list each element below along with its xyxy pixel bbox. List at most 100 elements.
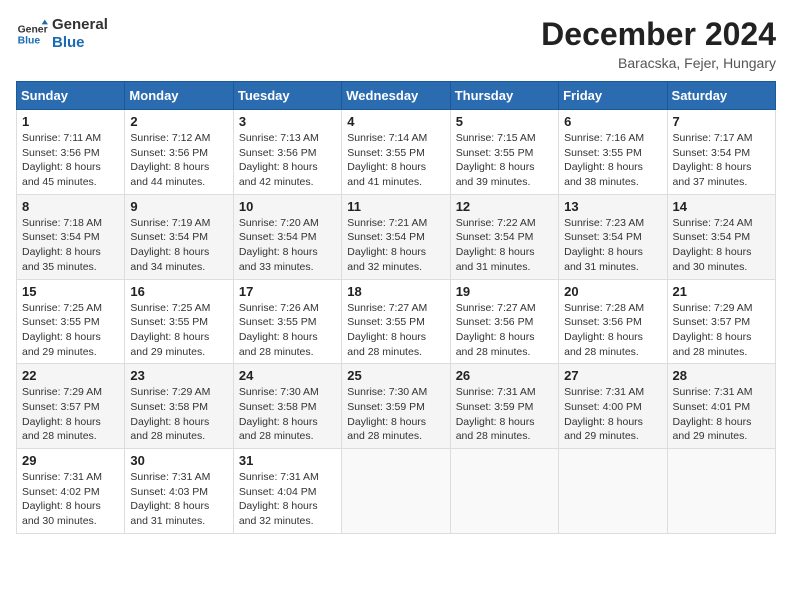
day-number: 27 — [564, 368, 661, 383]
day-info: Sunrise: 7:25 AMSunset: 3:55 PMDaylight:… — [130, 301, 227, 360]
logo: General Blue General Blue — [16, 16, 108, 52]
day-info: Sunrise: 7:21 AMSunset: 3:54 PMDaylight:… — [347, 216, 444, 275]
calendar-cell: 27 Sunrise: 7:31 AMSunset: 4:00 PMDayligh… — [559, 364, 667, 449]
calendar-week-5: 29Sunrise: 7:31 AMSunset: 4:02 PMDayligh… — [17, 449, 776, 534]
day-info: Sunrise: 7:29 AMSunset: 3:58 PMDaylight:… — [130, 385, 227, 444]
calendar-cell: 4 Sunrise: 7:14 AMSunset: 3:55 PMDaylight… — [342, 110, 450, 195]
day-number: 26 — [456, 368, 553, 383]
day-info: Sunrise: 7:16 AMSunset: 3:55 PMDaylight:… — [564, 131, 661, 190]
col-header-sunday: Sunday — [17, 82, 125, 110]
day-number: 30 — [130, 453, 227, 468]
calendar-cell: 14Sunrise: 7:24 AMSunset: 3:54 PMDayligh… — [667, 194, 775, 279]
calendar-cell: 6 Sunrise: 7:16 AMSunset: 3:55 PMDaylight… — [559, 110, 667, 195]
day-number: 1 — [22, 114, 119, 129]
location-subtitle: Baracska, Fejer, Hungary — [541, 55, 776, 71]
col-header-thursday: Thursday — [450, 82, 558, 110]
calendar-cell: 19Sunrise: 7:27 AMSunset: 3:56 PMDayligh… — [450, 279, 558, 364]
calendar-week-3: 15 Sunrise: 7:25 AMSunset: 3:55 PMDayligh… — [17, 279, 776, 364]
day-info: Sunrise: 7:31 AMSunset: 4:03 PMDaylight:… — [130, 470, 227, 529]
day-number: 25 — [347, 368, 444, 383]
calendar-cell: 30 Sunrise: 7:31 AMSunset: 4:03 PMDayligh… — [125, 449, 233, 534]
calendar-cell: 5 Sunrise: 7:15 AMSunset: 3:55 PMDaylight… — [450, 110, 558, 195]
day-info: Sunrise: 7:31 AMSunset: 4:00 PMDaylight:… — [564, 385, 661, 444]
calendar-cell: 11 Sunrise: 7:21 AMSunset: 3:54 PMDayligh… — [342, 194, 450, 279]
day-info: Sunrise: 7:29 AMSunset: 3:57 PMDaylight:… — [673, 301, 770, 360]
day-info: Sunrise: 7:22 AMSunset: 3:54 PMDaylight:… — [456, 216, 553, 275]
day-info: Sunrise: 7:20 AMSunset: 3:54 PMDaylight:… — [239, 216, 336, 275]
day-number: 17 — [239, 284, 336, 299]
day-number: 23 — [130, 368, 227, 383]
day-info: Sunrise: 7:12 AMSunset: 3:56 PMDaylight:… — [130, 131, 227, 190]
day-info: Sunrise: 7:15 AMSunset: 3:55 PMDaylight:… — [456, 131, 553, 190]
calendar-cell — [450, 449, 558, 534]
calendar-cell: 20Sunrise: 7:28 AMSunset: 3:56 PMDayligh… — [559, 279, 667, 364]
day-number: 2 — [130, 114, 227, 129]
day-info: Sunrise: 7:19 AMSunset: 3:54 PMDaylight:… — [130, 216, 227, 275]
day-info: Sunrise: 7:11 AMSunset: 3:56 PMDaylight:… — [22, 131, 119, 190]
title-block: December 2024 Baracska, Fejer, Hungary — [541, 16, 776, 71]
day-info: Sunrise: 7:29 AMSunset: 3:57 PMDaylight:… — [22, 385, 119, 444]
svg-text:Blue: Blue — [18, 36, 41, 47]
calendar-cell: 3 Sunrise: 7:13 AMSunset: 3:56 PMDaylight… — [233, 110, 341, 195]
calendar-cell: 16Sunrise: 7:25 AMSunset: 3:55 PMDayligh… — [125, 279, 233, 364]
calendar-week-1: 1 Sunrise: 7:11 AMSunset: 3:56 PMDaylight… — [17, 110, 776, 195]
day-number: 5 — [456, 114, 553, 129]
day-info: Sunrise: 7:28 AMSunset: 3:56 PMDaylight:… — [564, 301, 661, 360]
day-info: Sunrise: 7:23 AMSunset: 3:54 PMDaylight:… — [564, 216, 661, 275]
calendar-cell — [559, 449, 667, 534]
day-info: Sunrise: 7:13 AMSunset: 3:56 PMDaylight:… — [239, 131, 336, 190]
day-info: Sunrise: 7:30 AMSunset: 3:58 PMDaylight:… — [239, 385, 336, 444]
day-number: 12 — [456, 199, 553, 214]
calendar-cell: 10 Sunrise: 7:20 AMSunset: 3:54 PMDayligh… — [233, 194, 341, 279]
calendar-cell: 8 Sunrise: 7:18 AMSunset: 3:54 PMDaylight… — [17, 194, 125, 279]
calendar-cell — [667, 449, 775, 534]
calendar-cell: 9 Sunrise: 7:19 AMSunset: 3:54 PMDaylight… — [125, 194, 233, 279]
col-header-monday: Monday — [125, 82, 233, 110]
calendar-cell: 24 Sunrise: 7:30 AMSunset: 3:58 PMDayligh… — [233, 364, 341, 449]
day-info: Sunrise: 7:25 AMSunset: 3:55 PMDaylight:… — [22, 301, 119, 360]
day-number: 28 — [673, 368, 770, 383]
day-info: Sunrise: 7:31 AMSunset: 4:01 PMDaylight:… — [673, 385, 770, 444]
day-number: 11 — [347, 199, 444, 214]
day-number: 10 — [239, 199, 336, 214]
col-header-friday: Friday — [559, 82, 667, 110]
day-number: 24 — [239, 368, 336, 383]
day-info: Sunrise: 7:24 AMSunset: 3:54 PMDaylight:… — [673, 216, 770, 275]
calendar-week-2: 8 Sunrise: 7:18 AMSunset: 3:54 PMDaylight… — [17, 194, 776, 279]
calendar-cell: 1 Sunrise: 7:11 AMSunset: 3:56 PMDaylight… — [17, 110, 125, 195]
day-info: Sunrise: 7:18 AMSunset: 3:54 PMDaylight:… — [22, 216, 119, 275]
calendar-cell: 21 Sunrise: 7:29 AMSunset: 3:57 PMDayligh… — [667, 279, 775, 364]
day-info: Sunrise: 7:14 AMSunset: 3:55 PMDaylight:… — [347, 131, 444, 190]
calendar-cell: 29Sunrise: 7:31 AMSunset: 4:02 PMDayligh… — [17, 449, 125, 534]
page-header: General Blue General Blue December 2024 … — [16, 16, 776, 71]
calendar-cell: 15 Sunrise: 7:25 AMSunset: 3:55 PMDayligh… — [17, 279, 125, 364]
col-header-saturday: Saturday — [667, 82, 775, 110]
day-number: 21 — [673, 284, 770, 299]
day-number: 9 — [130, 199, 227, 214]
day-info: Sunrise: 7:31 AMSunset: 4:04 PMDaylight:… — [239, 470, 336, 529]
calendar-cell: 31 Sunrise: 7:31 AMSunset: 4:04 PMDayligh… — [233, 449, 341, 534]
day-number: 8 — [22, 199, 119, 214]
calendar-cell: 26 Sunrise: 7:31 AMSunset: 3:59 PMDayligh… — [450, 364, 558, 449]
calendar-table: SundayMondayTuesdayWednesdayThursdayFrid… — [16, 81, 776, 534]
day-number: 3 — [239, 114, 336, 129]
logo-icon: General Blue — [16, 18, 48, 50]
day-number: 15 — [22, 284, 119, 299]
calendar-cell: 17Sunrise: 7:26 AMSunset: 3:55 PMDayligh… — [233, 279, 341, 364]
day-number: 31 — [239, 453, 336, 468]
calendar-cell: 2 Sunrise: 7:12 AMSunset: 3:56 PMDaylight… — [125, 110, 233, 195]
calendar-cell: 7Sunrise: 7:17 AMSunset: 3:54 PMDaylight… — [667, 110, 775, 195]
day-info: Sunrise: 7:31 AMSunset: 3:59 PMDaylight:… — [456, 385, 553, 444]
day-info: Sunrise: 7:27 AMSunset: 3:55 PMDaylight:… — [347, 301, 444, 360]
day-number: 6 — [564, 114, 661, 129]
day-info: Sunrise: 7:17 AMSunset: 3:54 PMDaylight:… — [673, 131, 770, 190]
day-info: Sunrise: 7:30 AMSunset: 3:59 PMDaylight:… — [347, 385, 444, 444]
day-info: Sunrise: 7:27 AMSunset: 3:56 PMDaylight:… — [456, 301, 553, 360]
day-number: 4 — [347, 114, 444, 129]
calendar-cell: 18Sunrise: 7:27 AMSunset: 3:55 PMDayligh… — [342, 279, 450, 364]
calendar-cell: 28 Sunrise: 7:31 AMSunset: 4:01 PMDayligh… — [667, 364, 775, 449]
calendar-cell: 12 Sunrise: 7:22 AMSunset: 3:54 PMDayligh… — [450, 194, 558, 279]
calendar-cell — [342, 449, 450, 534]
day-number: 22 — [22, 368, 119, 383]
day-number: 13 — [564, 199, 661, 214]
